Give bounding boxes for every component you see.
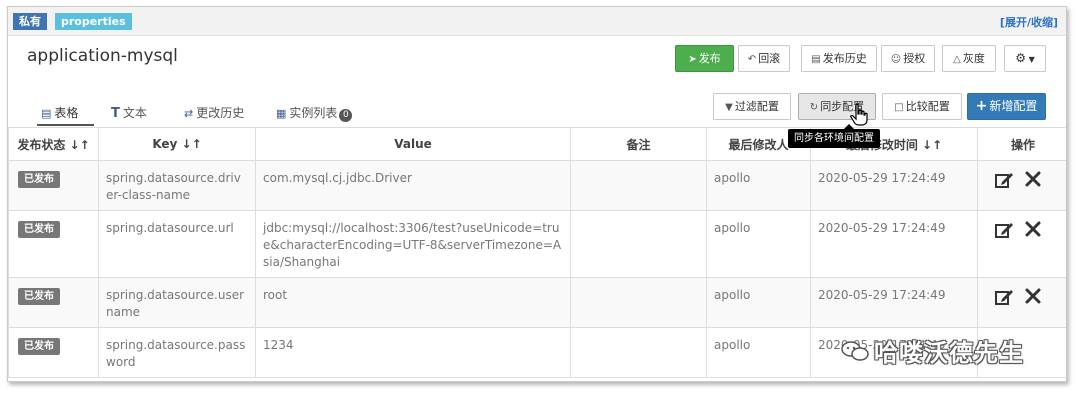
text-icon: T [111, 106, 120, 121]
tab-table[interactable]: ▤ 表格 [41, 104, 78, 121]
plus-icon: + [975, 98, 988, 114]
modifier-cell: apollo [706, 160, 811, 211]
status-badge: 已发布 [18, 338, 60, 355]
table-row: 已发布 spring.datasource.driver-class-name … [8, 160, 1066, 211]
modifier-cell: apollo [706, 277, 811, 328]
comment-cell [570, 160, 707, 211]
tab-instance-list-label: 实例列表 [289, 106, 338, 120]
calendar-icon: ▤ [811, 54, 821, 65]
filter-icon: ▼ [725, 102, 733, 113]
rollback-button[interactable]: ↶ 回滚 [738, 45, 790, 72]
namespace-title: application-mysql [27, 46, 178, 66]
user-icon: ☺ [890, 54, 902, 65]
gear-icon: ⚙ [1015, 51, 1027, 65]
tab-text[interactable]: T 文本 [111, 104, 147, 121]
send-icon: ➤ [688, 54, 697, 65]
gray-release-button[interactable]: △ 灰度 [942, 45, 996, 72]
tab-text-label: 文本 [122, 106, 147, 120]
active-tab-indicator [37, 124, 94, 126]
compare-config-button[interactable]: □ 比较配置 [882, 93, 962, 120]
gray-release-label: 灰度 [962, 52, 985, 65]
list-icon: ▦ [276, 107, 287, 120]
scope-tag: 私有 [13, 13, 47, 30]
key-cell: spring.datasource.username [98, 277, 256, 328]
value-cell: 1234 [255, 327, 571, 378]
transfer-icon: ⇄ [184, 107, 194, 120]
rollback-label: 回滚 [758, 52, 781, 65]
modified-time-cell: 2020-05-29 17:24:49 [810, 160, 978, 211]
expand-collapse-link[interactable]: [展开/收缩] [1000, 14, 1058, 30]
wechat-icon [840, 339, 870, 369]
key-cell: spring.datasource.driver-class-name [98, 160, 256, 211]
sync-tooltip: 同步各环境间配置 [788, 129, 880, 148]
comment-cell [570, 210, 707, 278]
publish-button[interactable]: ➤ 发布 [675, 45, 734, 72]
edit-icon[interactable] [994, 170, 1014, 195]
filter-config-button[interactable]: ▼ 过滤配置 [713, 93, 791, 120]
caret-down-icon: ▼ [1026, 55, 1035, 64]
watermark: 哈喽沃德先生 [840, 333, 1024, 369]
filter-config-label: 过滤配置 [734, 100, 779, 113]
value-cell: com.mysql.cj.jdbc.Driver [255, 160, 571, 211]
settings-dropdown-button[interactable]: ⚙ ▼ [1004, 45, 1046, 72]
table-row: 已发布 spring.datasource.username root apol… [8, 277, 1066, 328]
modifier-cell: apollo [706, 210, 811, 278]
tab-change-history[interactable]: ⇄ 更改历史 [184, 104, 244, 121]
value-cell: root [255, 277, 571, 328]
undo-icon: ↶ [747, 54, 757, 65]
tab-table-label: 表格 [54, 106, 79, 120]
namespace-header-bar: 私有 properties [展开/收缩] [8, 7, 1066, 36]
namespace-panel: 私有 properties [展开/收缩] application-mysql … [7, 6, 1067, 382]
key-cell: spring.datasource.password [98, 327, 256, 378]
comment-cell [570, 327, 707, 378]
format-tag: properties [55, 13, 132, 30]
table-icon: ▤ [41, 107, 52, 120]
operations-cell [977, 210, 1066, 278]
comment-cell [570, 277, 707, 328]
col-value-header: Value [255, 127, 571, 161]
authorize-button[interactable]: ☺ 授权 [881, 45, 935, 72]
authorize-label: 授权 [903, 52, 926, 65]
key-cell: spring.datasource.url [98, 210, 256, 278]
col-comment-header: 备注 [570, 127, 707, 161]
status-badge: 已发布 [18, 221, 60, 238]
delete-icon[interactable] [1024, 220, 1042, 243]
col-status-header[interactable]: 发布状态 ↓↑ [8, 127, 99, 161]
publish-history-label: 发布历史 [822, 52, 867, 65]
add-config-label: 新增配置 [989, 99, 1038, 113]
status-badge: 已发布 [18, 171, 60, 188]
publish-label: 发布 [698, 52, 721, 65]
publish-history-button[interactable]: ▤ 发布历史 [801, 45, 877, 72]
watermark-text: 哈喽沃德先生 [874, 339, 1024, 367]
edit-icon[interactable] [994, 220, 1014, 245]
tab-change-history-label: 更改历史 [196, 106, 245, 120]
modifier-cell: apollo [706, 327, 811, 378]
operations-cell [977, 277, 1066, 328]
status-badge: 已发布 [18, 288, 60, 305]
compare-config-label: 比较配置 [905, 100, 950, 113]
value-cell: jdbc:mysql://localhost:3306/test?useUnic… [255, 210, 571, 278]
flask-icon: △ [953, 54, 961, 65]
modified-time-cell: 2020-05-29 17:24:49 [810, 277, 978, 328]
col-key-header[interactable]: Key ↓↑ [98, 127, 256, 161]
edit-icon[interactable] [994, 287, 1014, 312]
table-row: 已发布 spring.datasource.url jdbc:mysql://l… [8, 210, 1066, 278]
hand-cursor-icon [850, 103, 868, 131]
instance-count-badge: 0 [339, 109, 353, 122]
delete-icon[interactable] [1024, 170, 1042, 193]
file-icon: □ [894, 102, 904, 113]
modified-time-cell: 2020-05-29 17:24:49 [810, 210, 978, 278]
refresh-icon: ↻ [809, 102, 819, 113]
add-config-button[interactable]: + 新增配置 [967, 93, 1046, 120]
delete-icon[interactable] [1024, 287, 1042, 310]
tab-instance-list[interactable]: ▦ 实例列表 0 [276, 104, 353, 122]
col-operations-header: 操作 [977, 127, 1066, 161]
operations-cell [977, 160, 1066, 211]
